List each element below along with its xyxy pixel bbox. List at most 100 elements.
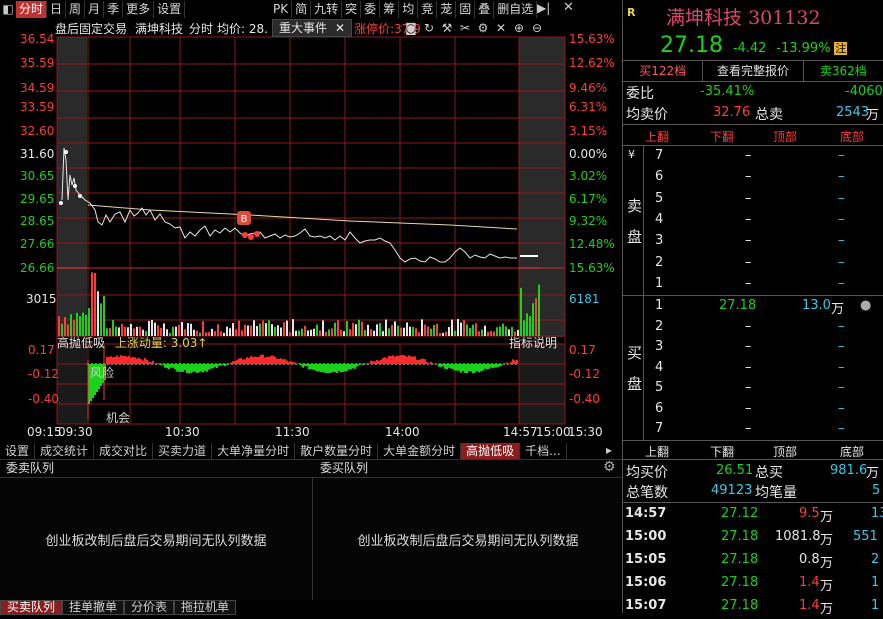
buy-level-row[interactable]: 6 – – [645, 401, 883, 422]
indicator-bar [126, 357, 128, 364]
buy-levels-button[interactable]: 买122档 [623, 61, 702, 81]
sell-level-row[interactable]: 7 – – [645, 148, 883, 169]
buy-level-row[interactable]: 2 – – [645, 319, 883, 340]
indicator-bar [290, 361, 292, 364]
volume-bar [271, 324, 273, 336]
level-price: 27.18 [719, 298, 756, 313]
sell-level-row[interactable]: 4 – – [645, 212, 883, 233]
indicator-bar [338, 364, 340, 371]
indicator-bar [348, 364, 350, 369]
indicator-bar [186, 364, 188, 373]
indicator-name[interactable]: 高抛低吸 [57, 336, 105, 350]
close-icon[interactable]: ✕ [492, 20, 510, 36]
col-header-page-down[interactable]: 下翻 [710, 128, 734, 145]
more-tabs-icon[interactable]: ▸ [606, 443, 612, 457]
buy-level-row[interactable]: 4 – – [645, 360, 883, 381]
volume-bar [385, 320, 387, 336]
zoom-in-icon[interactable]: ⊕ [510, 20, 528, 36]
col-header-page-down[interactable]: 下翻 [710, 443, 734, 460]
indicator-bar [114, 357, 116, 364]
indicator-bar [506, 363, 508, 364]
volume-bar [364, 330, 366, 336]
settings-icon[interactable]: ⚙ [474, 20, 492, 36]
indicator-bar [140, 359, 142, 364]
indicator-bar [370, 361, 372, 364]
risk-label: 风险 [90, 364, 114, 381]
sell-level-row[interactable]: 5 – – [645, 191, 883, 212]
col-header-page-up[interactable]: 上翻 [645, 443, 669, 460]
indicator-bar [162, 364, 164, 365]
tab-settings[interactable]: 设置 [0, 443, 35, 459]
volume-bar [298, 331, 300, 336]
indicator-bar [516, 360, 518, 364]
event-tag[interactable]: 重大事件✕ [272, 19, 352, 37]
volume-bar [85, 315, 87, 336]
indicator-bar [438, 364, 440, 367]
indicator-bar [260, 355, 262, 364]
indicator-bar [216, 364, 218, 368]
sell-level-row[interactable]: 2 – – [645, 255, 883, 276]
volume-bar [505, 326, 507, 336]
col-header-page-up[interactable]: 上翻 [645, 128, 669, 145]
volume-bar [313, 329, 315, 336]
tools-icon[interactable]: ⚒ [438, 20, 456, 36]
volume-bar [463, 320, 465, 336]
sell-levels-button[interactable]: 卖362档 [804, 61, 883, 81]
tick-volume-unit: 万 [820, 575, 833, 594]
level-volume: – [838, 401, 845, 416]
gear-icon[interactable]: ⚙ [603, 459, 616, 475]
tab-retail-count[interactable]: 散户数量分时 [295, 443, 378, 459]
sell-level-row[interactable]: 6 – – [645, 169, 883, 190]
indicator-bar [240, 358, 242, 364]
sell-level-row[interactable]: 3 – – [645, 233, 883, 254]
close-icon[interactable]: ✕ [335, 21, 345, 35]
full-quote-button[interactable]: 查看完整报价 [702, 61, 803, 81]
col-header-top[interactable]: 顶部 [773, 443, 797, 460]
volume-bar [499, 327, 501, 336]
volume-bar [382, 331, 384, 336]
indicator-bar [164, 364, 166, 368]
col-header-top[interactable]: 顶部 [773, 128, 797, 145]
indicator-bar [494, 364, 496, 368]
volume-bar [289, 332, 291, 336]
tab-trade-stats[interactable]: 成交统计 [35, 443, 94, 459]
buy-level-row[interactable]: 3 – – [645, 339, 883, 360]
tab-more-levels[interactable]: 千档... [520, 443, 566, 459]
col-header-bottom[interactable]: 底部 [840, 128, 864, 145]
price-axis-right-label: 15.63% [569, 32, 615, 46]
tab-big-amount[interactable]: 大单金额分时 [378, 443, 461, 459]
volume-bar [379, 323, 381, 336]
indicator-bar [392, 355, 394, 364]
indicator-bar [312, 364, 314, 370]
volume-bar [526, 313, 528, 336]
indicator-bar [204, 364, 206, 371]
volume-bar [394, 321, 396, 336]
snapshot-icon[interactable]: ◙ [402, 20, 420, 36]
tick-row: 15:06 27.18 1.4 万 1 [625, 575, 883, 596]
volume-bar [373, 331, 375, 336]
buy-level-row[interactable]: 7 – – [645, 421, 883, 442]
rotate-icon[interactable]: ↻ [420, 20, 438, 36]
col-header-bottom[interactable]: 底部 [840, 443, 864, 460]
buy-level-row[interactable]: 1 27.18 13.0 万 ● [645, 298, 883, 319]
buy-level-row[interactable]: 5 – – [645, 380, 883, 401]
zoom-out-icon[interactable]: ⊖ [528, 20, 546, 36]
indicator-bar [124, 356, 126, 364]
tab-high-sell-low-buy[interactable]: 高抛低吸 [461, 443, 520, 459]
tab-trade-compare[interactable]: 成交对比 [94, 443, 153, 459]
indicator-bar [386, 358, 388, 364]
sell-level-row[interactable]: 1 – – [645, 276, 883, 297]
indicator-bar [322, 364, 324, 372]
indicator-bar [446, 364, 448, 369]
indicator-bar [474, 364, 476, 373]
tick-price: 27.18 [721, 575, 758, 590]
tab-buy-sell-power[interactable]: 买卖力道 [153, 443, 212, 459]
indicator-bar [362, 364, 364, 365]
cut-icon[interactable]: ✂ [456, 20, 474, 36]
indicator-bar [328, 364, 330, 373]
level-price: – [745, 212, 752, 227]
indicator-bar [144, 358, 146, 364]
volume-bar [520, 288, 522, 336]
indicator-help-link[interactable]: 指标说明 [509, 334, 557, 351]
tab-big-net-volume[interactable]: 大单净量分时 [212, 443, 295, 459]
